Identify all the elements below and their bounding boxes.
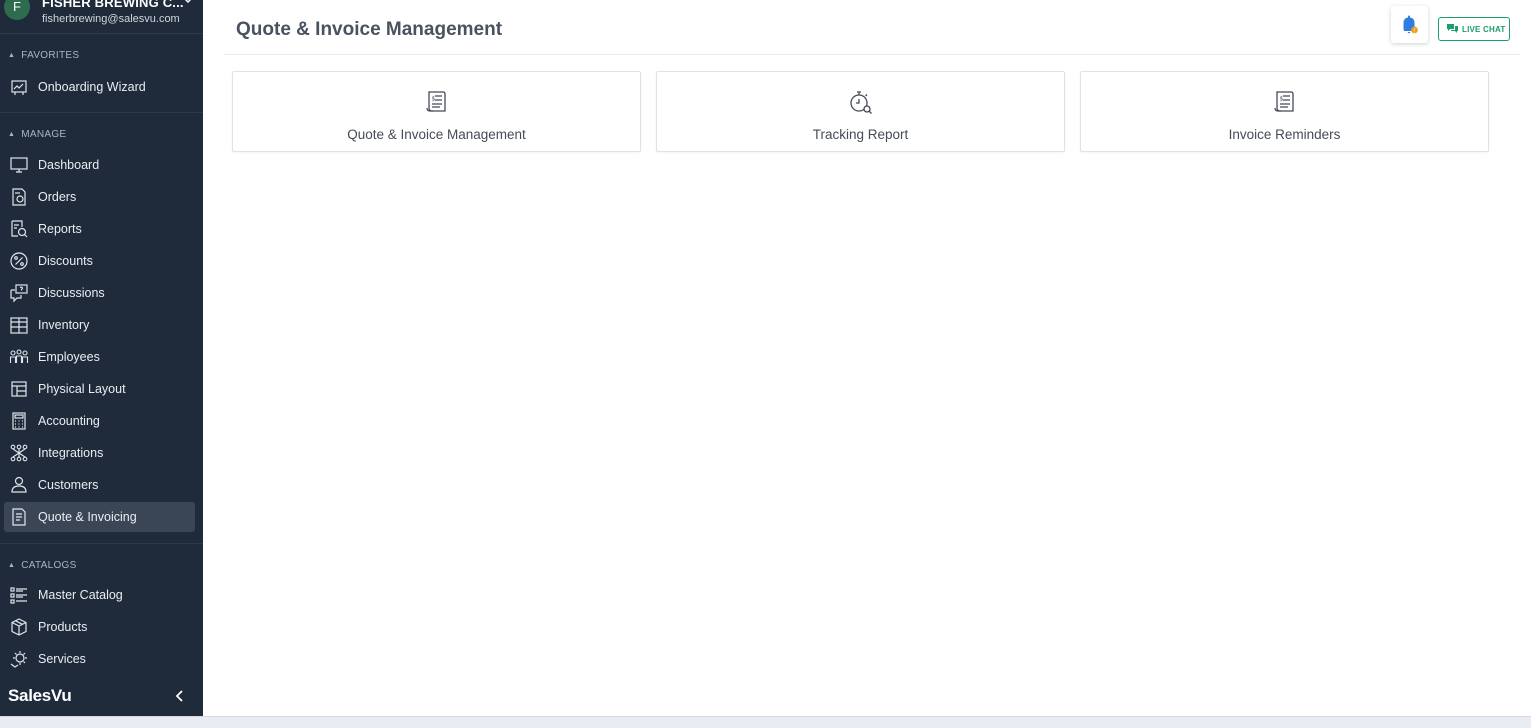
collapse-triangle-icon: ▲ [8, 131, 16, 138]
orders-icon [12, 188, 26, 206]
box-icon [11, 618, 27, 636]
chevron-down-icon[interactable] [184, 0, 192, 7]
sidebar-item-integrations[interactable]: Integrations [4, 438, 195, 468]
svg-text:$: $ [1279, 96, 1283, 103]
stopwatch-search-icon [849, 91, 872, 114]
sidebar-item-accounting[interactable]: Accounting [4, 406, 195, 436]
card-label: Tracking Report [812, 127, 909, 142]
notifications-button[interactable]: ! [1391, 6, 1428, 43]
receipt-icon: $ [1273, 91, 1294, 112]
layout-icon [11, 381, 27, 397]
sidebar-item-orders[interactable]: Orders [4, 182, 195, 212]
account-switcher[interactable]: F FISHER BREWING C... fisherbrewing@sale… [0, 0, 203, 34]
sidebar-item-products[interactable]: Products [4, 612, 195, 642]
chevron-left-icon [175, 690, 183, 702]
list-icon [10, 587, 27, 604]
inventory-icon [10, 317, 28, 334]
live-chat-button[interactable]: LIVE CHAT [1438, 17, 1510, 41]
card-label: Invoice Reminders [1228, 127, 1341, 142]
sidebar-item-employees[interactable]: Employees [4, 342, 195, 372]
header-divider [224, 54, 1520, 55]
monitor-icon [10, 157, 28, 173]
sidebar-item-master-catalog[interactable]: Master Catalog [4, 580, 195, 610]
section-manage[interactable]: ▲ MANAGE [8, 129, 66, 140]
sidebar-item-reports[interactable]: Reports [4, 214, 195, 244]
card-tracking-report[interactable]: Tracking Report [656, 71, 1065, 152]
account-name: FISHER BREWING C... [42, 0, 184, 10]
page-title: Quote & Invoice Management [236, 19, 503, 40]
svg-text:$: $ [431, 96, 435, 103]
collapse-triangle-icon: ▲ [8, 562, 16, 569]
bell-icon: ! [1403, 15, 1418, 34]
receipt-icon: $ [425, 91, 446, 112]
sidebar-item-quote-invoicing[interactable]: Quote & Invoicing [4, 502, 195, 532]
sidebar-item-inventory[interactable]: Inventory [4, 310, 195, 340]
services-icon [10, 651, 27, 668]
collapse-triangle-icon: ▲ [8, 52, 16, 59]
card-label: Quote & Invoice Management [347, 127, 526, 142]
card-invoice-reminders[interactable]: $ Invoice Reminders [1080, 71, 1489, 152]
sidebar-item-services[interactable]: Services [4, 644, 195, 674]
sidebar-item-customers[interactable]: Customers [4, 470, 195, 500]
svg-text:!: ! [1413, 28, 1415, 34]
customer-icon [11, 476, 27, 493]
account-email: fisherbrewing@salesvu.com [42, 13, 180, 25]
reports-icon [11, 220, 28, 238]
chat-question-icon [10, 284, 28, 303]
chat-bubbles-icon [1447, 24, 1458, 33]
sidebar-item-discounts[interactable]: Discounts [4, 246, 195, 276]
sidebar-item-dashboard[interactable]: Dashboard [4, 150, 195, 180]
brand-logo: SalesVu [8, 686, 72, 705]
collapse-sidebar-button[interactable] [172, 688, 188, 704]
avatar: F [4, 0, 30, 20]
section-catalogs[interactable]: ▲ CATALOGS [8, 560, 77, 571]
invoice-icon [12, 508, 26, 526]
card-quote-invoice-management[interactable]: $ Quote & Invoice Management [232, 71, 641, 152]
sidebar-item-physical-layout[interactable]: Physical Layout [4, 374, 195, 404]
wizard-icon [11, 80, 27, 95]
sidebar: F FISHER BREWING C... fisherbrewing@sale… [0, 0, 203, 716]
section-favorites[interactable]: ▲ FAVORITES [8, 50, 79, 61]
live-chat-label: LIVE CHAT [1462, 25, 1506, 34]
sidebar-item-discussions[interactable]: Discussions [4, 278, 195, 308]
integrations-icon [10, 444, 28, 462]
calculator-icon [12, 412, 26, 430]
os-taskbar [0, 716, 1531, 728]
percent-icon [10, 252, 28, 270]
people-icon [9, 349, 29, 363]
sidebar-item-onboarding-wizard[interactable]: Onboarding Wizard [4, 72, 195, 102]
